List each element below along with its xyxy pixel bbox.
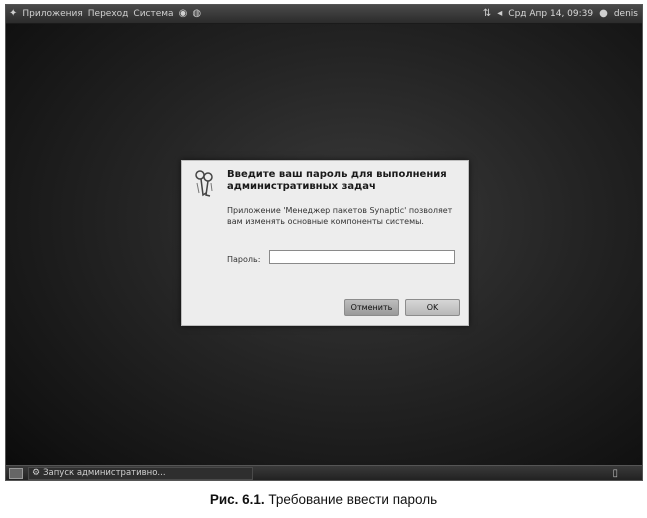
top-panel: ✦ Приложения Переход Система ◉ ◍ ⇅ ◂ Срд…	[6, 5, 642, 24]
taskbar-item-label: Запуск административно...	[43, 468, 166, 478]
ok-button[interactable]: OK	[405, 299, 460, 316]
menu-applications[interactable]: Приложения	[22, 5, 82, 23]
user-name[interactable]: denis	[614, 5, 638, 23]
password-input[interactable]	[269, 250, 455, 264]
figure-number: Рис. 6.1.	[209, 492, 265, 507]
user-status-icon: ●	[599, 8, 608, 19]
bottom-panel: ⚙ Запуск административно... ▯	[6, 465, 642, 480]
help-launcher-icon[interactable]: ◍	[192, 5, 201, 23]
top-panel-status: ⇅ ◂ Срд Апр 14, 09:39 ● denis	[483, 5, 638, 23]
password-label: Пароль:	[227, 255, 261, 264]
browser-launcher-icon[interactable]: ◉	[179, 5, 188, 23]
figure-caption-text: Требование ввести пароль	[264, 492, 438, 507]
trash-icon[interactable]: ▯	[612, 467, 618, 480]
taskbar-item[interactable]: ⚙ Запуск административно...	[28, 467, 253, 480]
keys-icon	[195, 170, 213, 197]
dialog-title: Введите ваш пароль для выполнения админи…	[227, 169, 447, 192]
ubuntu-logo-icon: ✦	[9, 8, 18, 19]
figure-caption: Рис. 6.1. Требование ввести пароль	[0, 492, 647, 507]
show-desktop-icon[interactable]	[9, 468, 23, 479]
top-panel-menus: ✦ Приложения Переход Система ◉ ◍	[9, 5, 201, 23]
menu-system[interactable]: Система	[133, 5, 173, 23]
network-icon[interactable]: ⇅	[483, 5, 491, 23]
cancel-button[interactable]: Отменить	[344, 299, 399, 316]
dialog-message: Приложение 'Менеджер пакетов Synaptic' п…	[227, 206, 453, 226]
password-dialog: Введите ваш пароль для выполнения админи…	[181, 160, 469, 326]
volume-icon[interactable]: ◂	[497, 5, 502, 23]
desktop-screen: ✦ Приложения Переход Система ◉ ◍ ⇅ ◂ Срд…	[5, 4, 643, 481]
clock[interactable]: Срд Апр 14, 09:39	[508, 5, 593, 23]
gear-icon: ⚙	[32, 468, 41, 478]
menu-places[interactable]: Переход	[88, 5, 129, 23]
